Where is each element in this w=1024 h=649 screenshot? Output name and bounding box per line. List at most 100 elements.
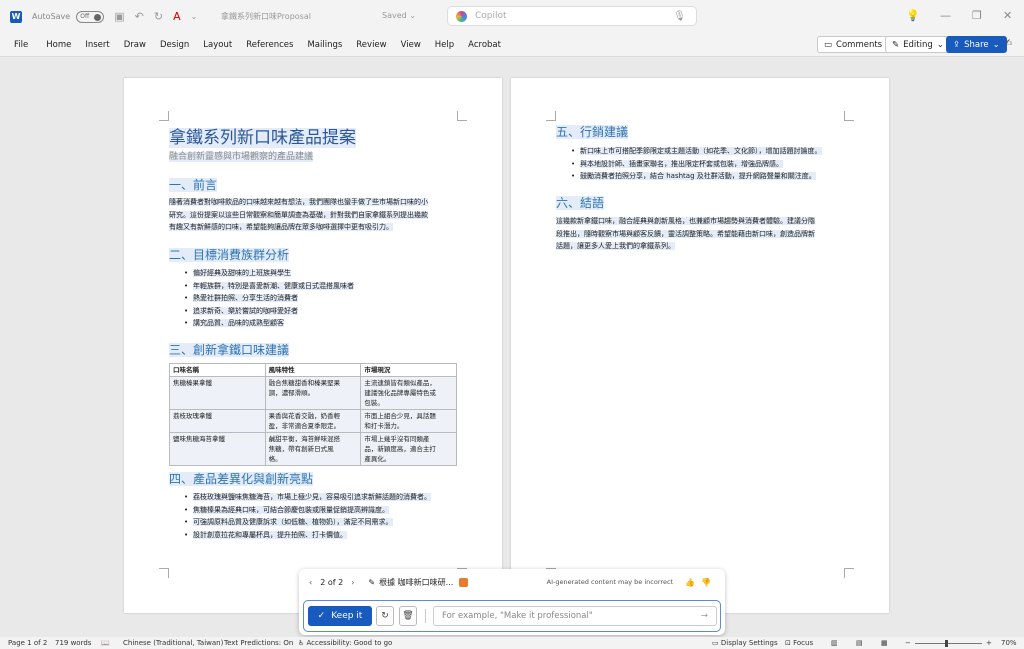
list-item: 新口味上市可搭配季節限定或主題活動（如花季、文化節），增加話題討論度。 bbox=[556, 145, 822, 158]
copilot-badge-icon bbox=[459, 577, 469, 587]
comment-icon: ▭ bbox=[824, 39, 833, 50]
tab-help[interactable]: Help bbox=[435, 40, 454, 50]
table-cell: 市面上組合少見，具話題 和打卡潛力。 bbox=[360, 409, 457, 433]
checkmark-icon: ✓ bbox=[317, 611, 326, 621]
save-icon[interactable]: ▣ bbox=[114, 10, 124, 23]
redo-icon[interactable]: ↻ bbox=[154, 10, 163, 23]
list-item: 鼓勵消費者拍照分享，結合 hashtag 及社群活動，提升網路聲量和關注度。 bbox=[556, 170, 822, 183]
list-item: 荔枝玫瑰與鹽味焦糖海苔，市場上極少見，容易吸引追求新鮮話題的消費者。 bbox=[169, 491, 431, 504]
customize-toolbar-icon[interactable]: ⌄ bbox=[191, 12, 198, 21]
share-icon: ⇪ bbox=[953, 39, 961, 50]
zoom-slider-track[interactable] bbox=[915, 643, 982, 644]
next-icon[interactable]: › bbox=[351, 578, 354, 587]
zoom-level[interactable]: 70% bbox=[1001, 639, 1017, 647]
table-cell: 鹽味焦糖海苔拿鐵 bbox=[169, 432, 266, 466]
proofing-icon[interactable]: 📖 bbox=[101, 639, 110, 647]
list-item: 講究品質、品味的成熟型顧客 bbox=[169, 317, 354, 330]
editing-mode-button[interactable]: ✎ Editing ⌄ bbox=[885, 36, 951, 53]
crop-mark bbox=[457, 111, 467, 121]
thumbs-down-icon[interactable]: 👎 bbox=[701, 578, 711, 587]
table-row: 鹽味焦糖海苔拿鐵 鹹甜平衡，海苔鮮味混搭 焦糖，帶有創新日式風 格。 市場上幾乎… bbox=[169, 432, 457, 466]
section-heading-4: 四、產品差異化與創新亮點 bbox=[169, 472, 314, 486]
word-count[interactable]: 719 words bbox=[55, 639, 91, 647]
tab-layout[interactable]: Layout bbox=[203, 40, 232, 50]
document-page-2[interactable]: 五、行銷建議 新口味上市可搭配季節限定或主題活動（如花季、文化節），增加話題討論… bbox=[511, 78, 889, 613]
lightbulb-icon[interactable]: 💡 bbox=[906, 9, 920, 22]
list-item: 追求新奇、樂於嘗試的咖啡愛好者 bbox=[169, 305, 354, 318]
tab-references[interactable]: References bbox=[246, 40, 293, 50]
list-item: 年輕族群，特別是喜愛新潮、健康或日式混搭風味者 bbox=[169, 280, 354, 293]
tab-view[interactable]: View bbox=[401, 40, 421, 50]
table-row: 荔枝玫瑰拿鐵 果香與花香交融，奶香輕 盈，非常適合夏季限定。 市面上組合少見，具… bbox=[169, 409, 457, 433]
section-2-list: 偏好經典及甜味的上班族與學生 年輕族群，特別是喜愛新潮、健康或日式混搭風味者 熱… bbox=[169, 267, 354, 330]
focus-mode-button[interactable]: ⊡ Focus bbox=[785, 639, 813, 647]
undo-icon[interactable]: ↶ bbox=[135, 10, 144, 23]
table-cell: 融合焦糖甜香和榛果堅果 調，濃郁滑順。 bbox=[264, 376, 362, 410]
pencil-icon: ✎ bbox=[892, 39, 900, 50]
font-color-icon[interactable]: A bbox=[173, 10, 181, 23]
divider bbox=[425, 609, 426, 623]
title-bar: W AutoSave Off ▣ ↶ ↻ A ⌄ 拿鐵系列新口味Proposal… bbox=[0, 0, 1024, 33]
zoom-out-icon[interactable]: − bbox=[905, 639, 911, 647]
saved-status[interactable]: Saved ⌄ bbox=[382, 11, 416, 20]
section-5-list: 新口味上市可搭配季節限定或主題活動（如花季、文化節），增加話題討論度。 與本地設… bbox=[556, 145, 822, 183]
list-item: 設計創意拉花和專屬杯具，提升拍照、打卡價值。 bbox=[169, 529, 431, 542]
keep-it-button[interactable]: ✓ Keep it bbox=[308, 606, 372, 626]
autosave-toggle[interactable]: Off bbox=[76, 10, 105, 23]
comments-button[interactable]: ▭ Comments bbox=[817, 36, 890, 53]
discard-button[interactable]: 🗑 bbox=[399, 606, 417, 626]
pen-icon[interactable]: ✍ bbox=[1004, 38, 1012, 49]
section-heading-6: 六、結語 bbox=[556, 196, 605, 210]
document-page-1[interactable]: 拿鐵系列新口味產品提案 融合創新靈感與市場觀察的產品建議 一、前言 隨著消費者對… bbox=[124, 78, 502, 613]
list-item: 與本地設計師、插畫家聯名，推出限定杯套或包裝，增強品牌感。 bbox=[556, 158, 822, 171]
document-title: 拿鐵系列新口味Proposal bbox=[221, 12, 311, 21]
section-4-list: 荔枝玫瑰與鹽味焦糖海苔，市場上極少見，容易吸引追求新鮮話題的消費者。 焦糖榛果為… bbox=[169, 491, 431, 541]
tab-design[interactable]: Design bbox=[160, 40, 189, 50]
page-info[interactable]: Page 1 of 2 bbox=[8, 639, 47, 647]
restore-icon[interactable]: ❐ bbox=[972, 9, 982, 22]
minimize-icon[interactable]: — bbox=[940, 9, 951, 22]
tab-mailings[interactable]: Mailings bbox=[307, 40, 342, 50]
section-heading-2: 二、目標消費族群分析 bbox=[169, 248, 290, 262]
copilot-icon bbox=[456, 10, 467, 22]
tab-review[interactable]: Review bbox=[356, 40, 386, 50]
crop-mark bbox=[159, 568, 169, 578]
regenerate-button[interactable]: ↻ bbox=[376, 606, 394, 626]
tab-acrobat[interactable]: Acrobat bbox=[468, 40, 501, 50]
table-header: 風味特性 bbox=[264, 363, 362, 377]
text-predictions-status[interactable]: Text Predictions: On bbox=[224, 639, 293, 647]
tab-file[interactable]: File bbox=[14, 40, 28, 50]
tab-draw[interactable]: Draw bbox=[124, 40, 146, 50]
editing-label: Editing bbox=[903, 39, 933, 50]
section-heading-1: 一、前言 bbox=[169, 178, 218, 192]
language-indicator[interactable]: Chinese (Traditional, Taiwan) bbox=[123, 639, 223, 647]
read-mode-icon[interactable]: ▥ bbox=[831, 639, 838, 647]
crop-mark bbox=[844, 111, 854, 121]
microphone-icon[interactable]: 🎙 bbox=[673, 11, 686, 22]
refine-prompt-input[interactable]: For example, "Make it professional" → bbox=[433, 606, 717, 626]
zoom-slider-thumb[interactable] bbox=[945, 640, 948, 647]
tab-insert[interactable]: Insert bbox=[85, 40, 109, 50]
send-arrow-icon[interactable]: → bbox=[701, 611, 708, 621]
previous-icon[interactable]: ‹ bbox=[309, 578, 312, 587]
tab-home[interactable]: Home bbox=[46, 40, 71, 50]
refresh-icon: ↻ bbox=[381, 611, 389, 621]
web-layout-icon[interactable]: ▦ bbox=[881, 639, 888, 647]
copilot-search-box[interactable]: Copilot 🎙 bbox=[447, 6, 697, 26]
ai-disclaimer: AI-generated content may be incorrect bbox=[546, 578, 674, 586]
list-item: 偏好經典及甜味的上班族與學生 bbox=[169, 267, 354, 280]
table-cell: 主流連鎖皆有類似產品， 建議強化品牌專屬特色或 包裝。 bbox=[360, 376, 457, 410]
zoom-in-icon[interactable]: + bbox=[986, 639, 992, 647]
display-settings-button[interactable]: ▭ Display Settings bbox=[712, 639, 778, 647]
crop-mark bbox=[546, 111, 556, 121]
share-button[interactable]: ⇪ Share ⌄ bbox=[946, 36, 1007, 53]
accessibility-status[interactable]: ♿ Accessibility: Good to go bbox=[298, 639, 392, 647]
close-icon[interactable]: ✕ bbox=[1003, 9, 1012, 22]
display-settings-icon: ▭ bbox=[712, 639, 719, 647]
thumbs-up-icon[interactable]: 👍 bbox=[685, 578, 695, 587]
table-cell: 荔枝玫瑰拿鐵 bbox=[169, 409, 266, 433]
pencil-icon: ✎ bbox=[368, 577, 376, 587]
share-label: Share bbox=[964, 39, 989, 50]
print-layout-icon[interactable]: ▤ bbox=[856, 639, 863, 647]
section-1-paragraph: 隨著消費者對咖啡飲品的口味越來越有想法，我們團隊也蠻手做了些市場新口味的小 研究… bbox=[169, 198, 428, 231]
